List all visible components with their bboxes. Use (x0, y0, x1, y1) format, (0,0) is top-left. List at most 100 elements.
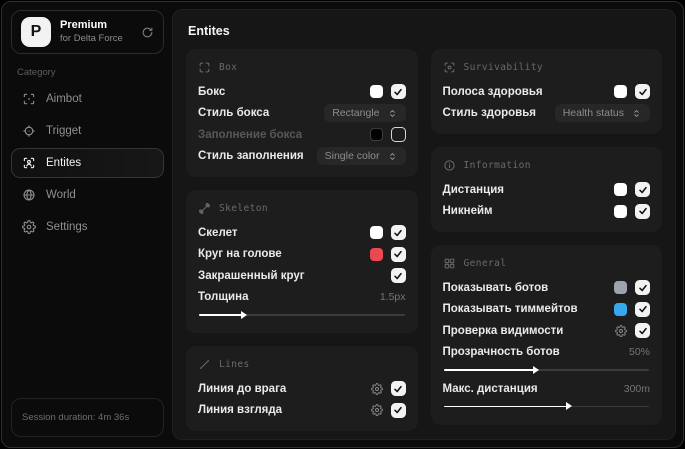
setting-row: Скелет (198, 222, 406, 244)
color-swatch[interactable] (614, 85, 627, 99)
setting-row: Никнейм (442, 201, 650, 223)
sidebar-item-label: Settings (46, 221, 88, 233)
select-dropdown[interactable]: Single color (316, 147, 406, 166)
setting-controls: Single color (316, 147, 406, 166)
settings-icon (22, 220, 36, 234)
card-box: Box Бокс Стиль бокса Rectangle Заполнение бо… (186, 49, 418, 177)
skeleton-icon (198, 202, 211, 215)
lines-icon (198, 358, 211, 371)
card-skeleton: Skeleton Скелет Круг на голове Закрашенный … (186, 190, 418, 333)
setting-controls (614, 301, 650, 317)
chevron-updown-icon (387, 151, 398, 162)
color-swatch[interactable] (369, 128, 383, 142)
session-duration: Session duration: 4m 36s (11, 398, 164, 437)
color-swatch[interactable] (614, 281, 627, 295)
color-swatch[interactable] (369, 85, 383, 99)
setting-row: Показывать ботов (443, 277, 650, 299)
setting-label: Дистанция (442, 183, 504, 196)
card-general: General Показывать ботов Показывать тиммей… (430, 245, 662, 425)
world-icon (22, 188, 36, 202)
slider[interactable] (443, 401, 649, 412)
setting-controls: Rectangle (324, 104, 406, 123)
select-dropdown[interactable]: Rectangle (324, 104, 406, 123)
slider-thumb[interactable] (565, 402, 572, 410)
refresh-icon[interactable] (141, 26, 154, 39)
setting-controls: 300m (624, 383, 650, 395)
color-swatch[interactable] (369, 226, 383, 240)
entities-icon (22, 156, 36, 170)
card-title: General (463, 258, 507, 269)
gear-icon[interactable] (370, 382, 383, 395)
card-header: Survivability (443, 61, 651, 74)
sidebar-item-trigget[interactable]: Trigget (11, 116, 164, 146)
color-swatch[interactable] (614, 183, 627, 197)
checkbox[interactable] (635, 323, 650, 339)
setting-controls (370, 402, 406, 418)
setting-label: Никнейм (442, 205, 493, 218)
checkbox[interactable] (390, 84, 406, 100)
checkbox[interactable] (635, 203, 650, 219)
gear-icon[interactable] (370, 404, 383, 417)
checkbox[interactable] (635, 301, 650, 317)
color-swatch[interactable] (614, 204, 627, 218)
setting-row: Проверка видимости (443, 320, 650, 342)
sidebar-item-settings[interactable]: Settings (11, 212, 164, 242)
aimbot-icon (22, 92, 36, 106)
card-header: Information (443, 159, 651, 172)
card-header: Lines (198, 358, 406, 371)
sidebar-item-label: Trigget (46, 125, 82, 137)
slider[interactable] (199, 309, 405, 320)
setting-row: Закрашенный круг (198, 265, 406, 287)
checkbox[interactable] (390, 402, 406, 418)
checkbox[interactable] (390, 268, 406, 284)
card-title: Survivability (463, 62, 544, 73)
sidebar-item-entites[interactable]: Entites (11, 148, 164, 178)
checkbox[interactable] (390, 225, 406, 241)
color-swatch[interactable] (614, 302, 627, 316)
setting-label: Стиль бокса (198, 107, 270, 120)
card-columns: Box Бокс Стиль бокса Rectangle Заполнение бо… (186, 49, 662, 431)
sidebar: P Premium for Delta Force Category Aimbo… (2, 2, 172, 447)
box-icon (198, 61, 211, 74)
sidebar-item-aimbot[interactable]: Aimbot (11, 84, 164, 114)
color-swatch[interactable] (369, 247, 383, 261)
slider-thumb[interactable] (532, 365, 539, 374)
slider-thumb[interactable] (241, 310, 248, 319)
sidebar-item-world[interactable]: World (11, 180, 164, 210)
survivability-icon (443, 61, 456, 74)
setting-label: Круг на голове (198, 248, 282, 261)
setting-row: Линия до врага (198, 378, 406, 400)
setting-label: Прозрачность ботов (442, 346, 560, 359)
brand-card: P Premium for Delta Force (11, 10, 164, 54)
setting-row: Дистанция (442, 179, 650, 201)
checkbox[interactable] (635, 84, 650, 100)
category-label: Category (17, 67, 56, 78)
setting-controls: Health status (554, 104, 650, 123)
slider-value: 1.5px (379, 291, 406, 304)
setting-controls (615, 323, 650, 339)
slider[interactable] (443, 364, 649, 375)
gear-icon[interactable] (615, 324, 627, 337)
setting-label: Бокс (198, 85, 226, 98)
select-value: Rectangle (332, 107, 380, 120)
main-panel: Entites Box Бокс Стиль бокса Rectangle Запол… (172, 9, 676, 440)
select-dropdown[interactable]: Health status (554, 104, 650, 123)
checkbox[interactable] (635, 182, 650, 198)
slider-value: 50% (628, 346, 650, 359)
checkbox[interactable] (390, 246, 406, 262)
slider-value: 300m (623, 382, 650, 395)
card-header: General (443, 257, 651, 270)
checkbox[interactable] (390, 127, 406, 143)
setting-row: Линия взгляда (198, 400, 406, 422)
select-value: Health status (562, 107, 624, 120)
card-information: Information Дистанция Никнейм (430, 147, 662, 232)
general-icon (443, 257, 456, 270)
checkbox[interactable] (390, 381, 406, 397)
setting-label: Полоса здоровья (442, 85, 543, 98)
setting-label: Толщина (198, 291, 249, 304)
brand-title: Premium (60, 19, 108, 32)
checkbox[interactable] (635, 280, 650, 296)
setting-controls (614, 203, 650, 219)
setting-row: Макс. дистанция 300m (443, 378, 651, 400)
setting-controls (369, 84, 406, 100)
